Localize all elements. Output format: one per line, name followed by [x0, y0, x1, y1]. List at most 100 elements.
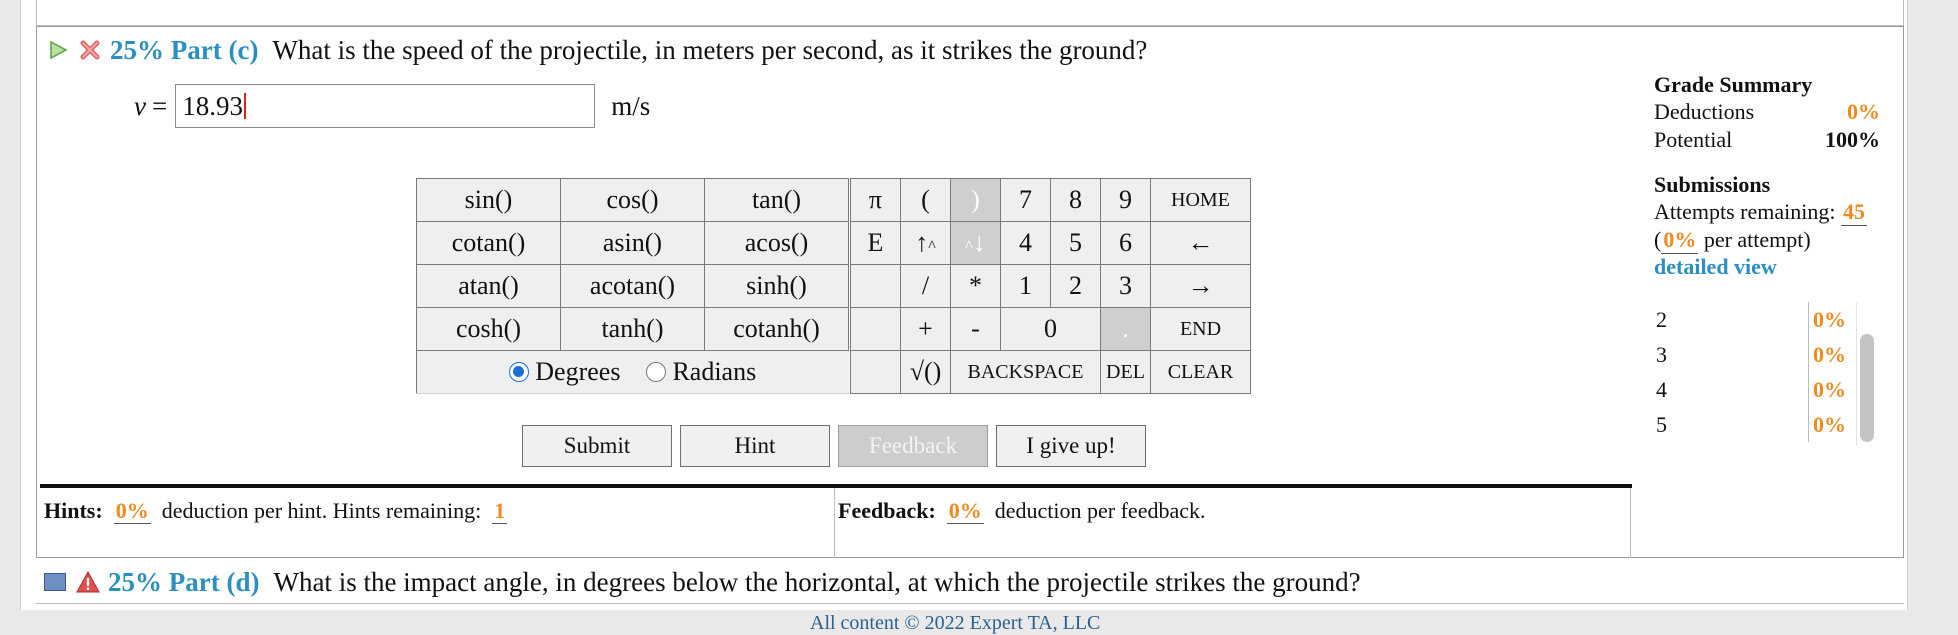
- cosh-button[interactable]: cosh(): [416, 307, 561, 351]
- give-up-button[interactable]: I give up!: [996, 425, 1146, 467]
- text-caret: [243, 93, 246, 119]
- answer-row: v = 18.93 m/s: [134, 84, 650, 128]
- key-5[interactable]: 5: [1050, 221, 1101, 265]
- minus-key[interactable]: -: [950, 307, 1001, 351]
- hints-info: Hints: 0% deduction per hint. Hints rema…: [44, 498, 508, 524]
- part-d-percent: 25% Part (d): [108, 566, 260, 597]
- end-key[interactable]: END: [1150, 307, 1251, 351]
- function-keypad: sin() cos() tan() cotan() asin() acos() …: [416, 178, 849, 394]
- sin-button[interactable]: sin(): [416, 178, 561, 222]
- window-icon[interactable]: [44, 573, 66, 591]
- key-1[interactable]: 1: [1000, 264, 1051, 308]
- caret-up-small: ^: [965, 238, 973, 255]
- left-arrow-key[interactable]: ←: [1150, 221, 1251, 265]
- detailed-view-link[interactable]: detailed view: [1654, 254, 1880, 280]
- key-7[interactable]: 7: [1000, 178, 1051, 222]
- up-arrow-icon: ↑: [915, 228, 929, 257]
- attempts-remaining: Attempts remaining: 45: [1654, 198, 1867, 226]
- asin-button[interactable]: asin(): [560, 221, 705, 265]
- tanh-button[interactable]: tanh(): [560, 307, 705, 351]
- up-arrow-key[interactable]: ↑^: [900, 221, 951, 265]
- cotan-button[interactable]: cotan(): [416, 221, 561, 265]
- previous-part-bottom: [36, 0, 1904, 26]
- answer-input[interactable]: 18.93: [175, 84, 596, 128]
- attempts-value: 45: [1840, 198, 1867, 226]
- equals-sign: =: [151, 90, 168, 121]
- feedback-button: Feedback: [838, 425, 988, 467]
- key-4[interactable]: 4: [1000, 221, 1051, 265]
- key-8[interactable]: 8: [1050, 178, 1101, 222]
- hint-deduction: 0%: [113, 498, 151, 524]
- down-arrow-key[interactable]: ^↓: [950, 221, 1001, 265]
- caret-icon: ^: [928, 238, 936, 255]
- atan-button[interactable]: atan(): [416, 264, 561, 308]
- part-c-percent: 25% Part (c): [110, 34, 259, 65]
- list-item: 4 0%: [1654, 372, 1880, 407]
- down-arrow-icon: ↓: [972, 228, 986, 257]
- cos-button[interactable]: cos(): [560, 178, 705, 222]
- del-key[interactable]: DEL: [1100, 350, 1151, 394]
- close-paren-key[interactable]: ): [950, 178, 1001, 222]
- degrees-radio[interactable]: [509, 362, 530, 382]
- divider: [1630, 488, 1631, 558]
- e-key[interactable]: E: [850, 221, 901, 265]
- hints-feedback-bar: Hints: 0% deduction per hint. Hints rema…: [40, 484, 1632, 558]
- cotanh-button[interactable]: cotanh(): [704, 307, 849, 351]
- submissions-list: 2 0% 3 0% 4 0% 5 0%: [1654, 302, 1880, 446]
- divide-key[interactable]: /: [900, 264, 951, 308]
- clear-key[interactable]: CLEAR: [1150, 350, 1251, 394]
- potential-value: 100%: [1825, 127, 1880, 152]
- deductions-label: Deductions: [1654, 99, 1755, 124]
- acotan-button[interactable]: acotan(): [560, 264, 705, 308]
- acos-button[interactable]: acos(): [704, 221, 849, 265]
- variable-label: v: [134, 90, 146, 121]
- answer-value: 18.93: [182, 90, 243, 121]
- plus-key[interactable]: +: [900, 307, 951, 351]
- multiply-key[interactable]: *: [950, 264, 1001, 308]
- play-icon[interactable]: [48, 40, 68, 60]
- action-buttons: Submit Hint Feedback I give up!: [522, 425, 1146, 467]
- per-attempt: (0% per attempt): [1654, 226, 1811, 254]
- right-arrow-key[interactable]: →: [1150, 264, 1251, 308]
- backspace-key[interactable]: BACKSPACE: [950, 350, 1101, 394]
- open-paren-key[interactable]: (: [900, 178, 951, 222]
- home-key[interactable]: HOME: [1150, 178, 1251, 222]
- angle-mode-selector: Degrees Radians: [416, 350, 849, 394]
- hints-remaining: 1: [492, 498, 508, 524]
- radians-label: Radians: [672, 357, 757, 386]
- decimal-key[interactable]: .: [1100, 307, 1151, 351]
- part-c-question: What is the speed of the projectile, in …: [272, 34, 1148, 65]
- key-2[interactable]: 2: [1050, 264, 1101, 308]
- part-d-question: What is the impact angle, in degrees bel…: [273, 566, 1361, 597]
- incorrect-x-icon: [80, 40, 100, 60]
- number-keypad: π ( ) 7 8 9 HOME E ↑^ ^↓ 4 5 6 ← / * 1 2…: [850, 178, 1251, 394]
- grade-summary: Grade Summary Deductions 0% Potential 10…: [1654, 72, 1880, 280]
- submissions-scrollbar[interactable]: [1860, 334, 1874, 442]
- list-item: 5 0%: [1654, 407, 1880, 442]
- key-9[interactable]: 9: [1100, 178, 1151, 222]
- part-c-header: 25% Part (c) What is the speed of the pr…: [48, 30, 1147, 70]
- key-6[interactable]: 6: [1100, 221, 1151, 265]
- part-d-header[interactable]: 25% Part (d) What is the impact angle, i…: [44, 562, 1361, 602]
- list-item: 2 0%: [1654, 302, 1880, 337]
- divider: [834, 488, 835, 558]
- hint-button[interactable]: Hint: [680, 425, 830, 467]
- pi-key[interactable]: π: [850, 178, 901, 222]
- blank-key: [850, 264, 901, 308]
- submit-button[interactable]: Submit: [522, 425, 672, 467]
- feedback-deduction: 0%: [946, 498, 984, 524]
- footer-copyright: All content © 2022 Expert TA, LLC: [810, 612, 1101, 634]
- key-3[interactable]: 3: [1100, 264, 1151, 308]
- feedback-info: Feedback: 0% deduction per feedback.: [838, 498, 1206, 524]
- radians-radio[interactable]: [646, 362, 667, 382]
- tan-button[interactable]: tan(): [704, 178, 849, 222]
- sqrt-key[interactable]: √(): [900, 350, 951, 394]
- unit-label: m/s: [611, 90, 651, 121]
- grade-summary-title: Grade Summary: [1654, 72, 1813, 97]
- potential-label: Potential: [1654, 127, 1733, 152]
- potential-row: Potential 100%: [1654, 126, 1880, 154]
- sinh-button[interactable]: sinh(): [704, 264, 849, 308]
- key-0[interactable]: 0: [1000, 307, 1101, 351]
- per-attempt-value: 0%: [1661, 226, 1699, 254]
- blank-key: [850, 307, 901, 351]
